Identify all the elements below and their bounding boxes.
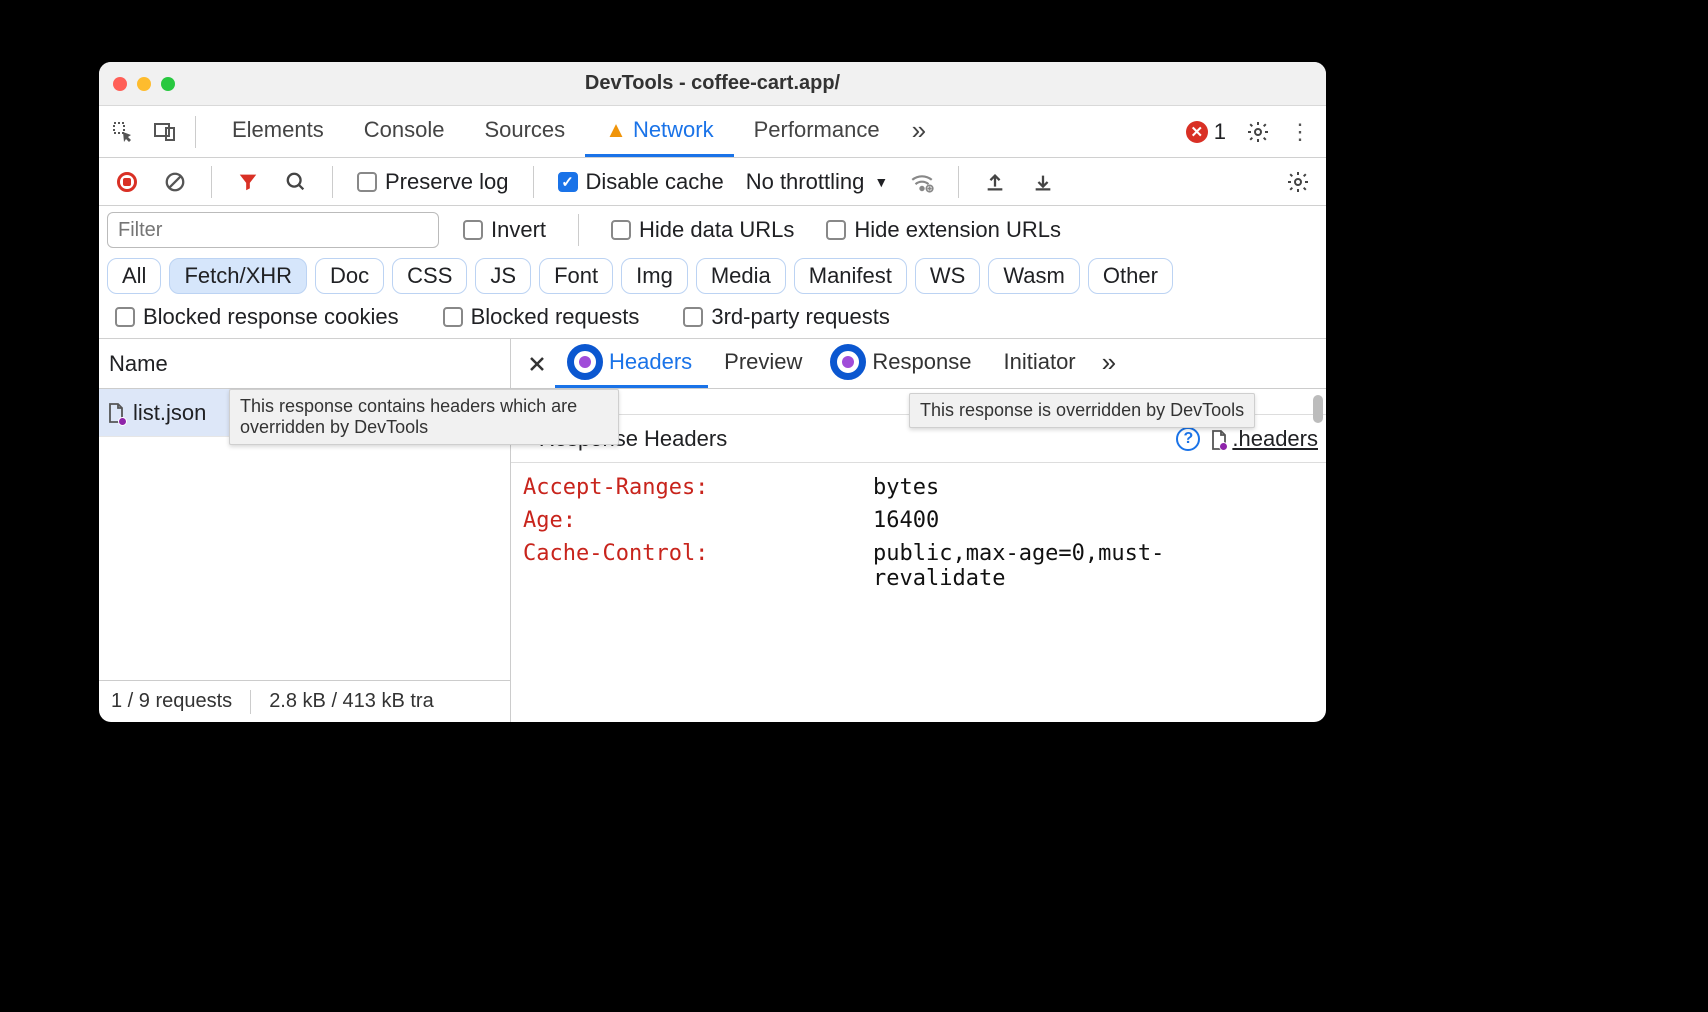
checkbox-icon [558,172,578,192]
network-main: Name list.json 1 / 9 requests 2.8 kB / 4… [99,339,1326,722]
status-requests: 1 / 9 requests [111,690,232,713]
close-details-icon[interactable] [519,339,555,388]
chip-wasm[interactable]: Wasm [988,258,1080,294]
tab-elements[interactable]: Elements [212,106,344,157]
third-party-checkbox[interactable]: 3rd-party requests [675,304,898,330]
request-name: list.json [133,400,206,426]
checkbox-icon [443,307,463,327]
tooltip-response-override: This response is overridden by DevTools [909,393,1255,428]
header-key: Accept-Ranges: [523,475,873,500]
panel-tabs: Elements Console Sources ▲Network Perfor… [99,106,1326,158]
header-value: bytes [873,475,1326,500]
checkbox-icon [826,220,846,240]
network-settings-icon[interactable] [1278,162,1318,202]
help-icon[interactable]: ? [1176,427,1200,451]
checkbox-icon [463,220,483,240]
header-key: Cache-Control: [523,541,873,591]
detail-tab-initiator[interactable]: Initiator [987,339,1091,388]
chip-media[interactable]: Media [696,258,786,294]
header-row: Cache-Control: public,max-age=0,must-rev… [523,537,1326,595]
tabs-overflow[interactable]: » [900,106,938,157]
chip-other[interactable]: Other [1088,258,1173,294]
header-key: Age: [523,508,873,533]
download-har-icon[interactable] [1023,162,1063,202]
requests-header-name[interactable]: Name [99,339,510,389]
warning-icon: ▲ [605,117,627,143]
checkbox-icon [357,172,377,192]
inspect-icon[interactable] [103,112,143,152]
settings-icon[interactable] [1238,112,1278,152]
override-indicator-icon [830,344,866,380]
tab-console[interactable]: Console [344,106,465,157]
chip-css[interactable]: CSS [392,258,467,294]
detail-tabs: Headers Preview Response Initiator » [511,339,1326,389]
network-conditions-icon[interactable] [902,162,942,202]
hide-extension-urls-checkbox[interactable]: Hide extension URLs [818,217,1069,243]
tab-performance[interactable]: Performance [734,106,900,157]
clear-icon[interactable] [155,162,195,202]
blocked-cookies-checkbox[interactable]: Blocked response cookies [107,304,407,330]
disable-cache-checkbox[interactable]: Disable cache [550,169,732,195]
detail-tab-response[interactable]: Response [818,339,987,388]
status-transfer: 2.8 kB / 413 kB tra [269,690,434,713]
chip-manifest[interactable]: Manifest [794,258,907,294]
resource-type-chips: All Fetch/XHR Doc CSS JS Font Img Media … [99,254,1326,300]
chevron-down-icon: ▼ [874,174,888,190]
response-headers-list: Accept-Ranges: bytes Age: 16400 Cache-Co… [511,463,1326,603]
detail-tab-preview[interactable]: Preview [708,339,818,388]
separator [195,116,196,148]
filter-input[interactable] [107,212,439,248]
network-toolbar: Preserve log Disable cache No throttling… [99,158,1326,206]
chip-all[interactable]: All [107,258,161,294]
filter-icon[interactable] [228,162,268,202]
header-value: 16400 [873,508,1326,533]
record-icon[interactable] [107,162,147,202]
tooltip-headers-override: This response contains headers which are… [229,389,619,445]
kebab-menu-icon[interactable]: ⋮ [1280,112,1320,152]
headers-override-link[interactable]: .headers [1210,426,1318,452]
throttling-select[interactable]: No throttling ▼ [740,169,894,195]
chip-js[interactable]: JS [475,258,531,294]
chip-doc[interactable]: Doc [315,258,384,294]
detail-tab-headers[interactable]: Headers [555,339,708,388]
hide-data-urls-checkbox[interactable]: Hide data URLs [603,217,802,243]
detail-tabs-overflow[interactable]: » [1092,339,1126,388]
request-filter-checks: Blocked response cookies Blocked request… [99,300,1326,339]
requests-status-bar: 1 / 9 requests 2.8 kB / 413 kB tra [99,680,510,722]
file-overridden-icon [107,402,125,424]
preserve-log-checkbox[interactable]: Preserve log [349,169,517,195]
checkbox-icon [683,307,703,327]
blocked-requests-checkbox[interactable]: Blocked requests [435,304,648,330]
checkbox-icon [611,220,631,240]
tab-network[interactable]: ▲Network [585,106,733,157]
search-icon[interactable] [276,162,316,202]
tab-sources[interactable]: Sources [464,106,585,157]
chip-fetch-xhr[interactable]: Fetch/XHR [169,258,307,294]
chip-font[interactable]: Font [539,258,613,294]
invert-checkbox[interactable]: Invert [455,217,554,243]
header-row: Accept-Ranges: bytes [523,471,1326,504]
filter-row: Invert Hide data URLs Hide extension URL… [99,206,1326,254]
chip-img[interactable]: Img [621,258,688,294]
devtools-window: DevTools - coffee-cart.app/ Elements Con… [99,62,1326,722]
chip-ws[interactable]: WS [915,258,980,294]
titlebar: DevTools - coffee-cart.app/ [99,62,1326,106]
errors-badge[interactable]: ✕ 1 [1186,119,1226,145]
file-overridden-icon [1210,429,1226,449]
override-indicator-icon [567,344,603,380]
error-icon: ✕ [1186,121,1208,143]
scrollbar-thumb[interactable] [1313,395,1323,423]
device-toggle-icon[interactable] [145,112,185,152]
header-value: public,max-age=0,must-revalidate [873,541,1326,591]
checkbox-icon [115,307,135,327]
upload-har-icon[interactable] [975,162,1015,202]
header-row: Age: 16400 [523,504,1326,537]
window-title: DevTools - coffee-cart.app/ [99,72,1326,95]
